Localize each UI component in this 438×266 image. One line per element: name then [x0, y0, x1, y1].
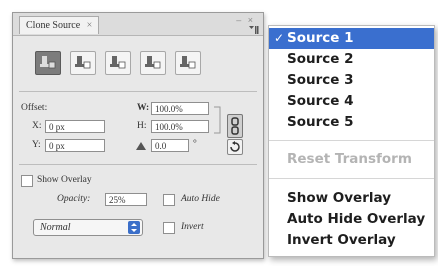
menu-item-reset-transform: Reset Transform: [269, 149, 434, 170]
menu-item-label: Source 3: [287, 72, 354, 88]
tab-clone-source[interactable]: Clone Source ×: [19, 16, 100, 34]
source-5-button[interactable]: [175, 51, 201, 75]
menu-separator: [269, 178, 434, 179]
height-scale-field[interactable]: 100.0%: [151, 120, 209, 133]
panel-menu-icon[interactable]: [249, 26, 259, 34]
source-4-button[interactable]: [140, 51, 166, 75]
menu-item-label: Source 2: [287, 51, 354, 67]
offset-y-field[interactable]: 0 px: [45, 139, 105, 152]
panel-titlebar: Clone Source × – ×: [13, 13, 263, 36]
source-2-button[interactable]: [70, 51, 96, 75]
y-label: Y:: [32, 140, 41, 150]
menu-item-label: Source 5: [287, 114, 354, 130]
menu-item-label: Reset Transform: [287, 151, 412, 167]
dropdown-arrows-icon: [128, 221, 140, 234]
clone-stamp-icon: [75, 56, 91, 69]
clone-stamp-icon: [145, 56, 161, 69]
opacity-label: Opacity:: [57, 194, 91, 204]
menu-item-label: Auto Hide Overlay: [287, 211, 426, 227]
menu-item-auto-hide-overlay[interactable]: Auto Hide Overlay: [269, 209, 434, 230]
invert-checkbox[interactable]: [163, 222, 175, 234]
reset-icon: [230, 141, 240, 152]
menu-item-label: Source 1: [287, 30, 354, 46]
w-label: W:: [137, 103, 150, 113]
degree-unit: °: [193, 139, 197, 149]
menu-item-source-2[interactable]: Source 2: [269, 49, 434, 70]
reset-transform-button[interactable]: [227, 139, 243, 155]
divider: [19, 164, 257, 165]
rotation-field[interactable]: 0.0: [151, 139, 189, 152]
clone-stamp-icon: [110, 56, 126, 69]
source-1-button[interactable]: [35, 51, 61, 75]
menu-item-label: Invert Overlay: [287, 232, 396, 248]
opacity-field[interactable]: 25%: [105, 193, 147, 206]
show-overlay-label: Show Overlay: [37, 175, 92, 185]
menu-item-source-1[interactable]: ✓ Source 1: [269, 28, 434, 49]
blend-mode-value: Normal: [40, 222, 71, 233]
divider: [19, 91, 257, 92]
menu-item-label: Source 4: [287, 93, 354, 109]
offset-x-field[interactable]: 0 px: [45, 120, 105, 133]
clone-stamp-icon: [180, 56, 196, 69]
x-label: X:: [32, 121, 42, 131]
auto-hide-label: Auto Hide: [181, 194, 220, 204]
menu-separator: [269, 140, 434, 141]
menu-item-invert-overlay[interactable]: Invert Overlay: [269, 230, 434, 251]
menu-item-source-5[interactable]: Source 5: [269, 112, 434, 133]
chain-link-icon: [231, 117, 239, 135]
menu-item-show-overlay[interactable]: Show Overlay: [269, 188, 434, 209]
clone-stamp-icon: [40, 56, 56, 69]
clone-source-panel: Clone Source × – × Offset: X: 0 px Y: 0 …: [12, 12, 264, 259]
panel-flyout-menu: ✓ Source 1 Source 2 Source 3 Source 4 So…: [268, 25, 435, 257]
menu-item-source-3[interactable]: Source 3: [269, 70, 434, 91]
width-scale-field[interactable]: 100.0%: [151, 102, 209, 115]
clone-source-buttons: [13, 51, 263, 81]
tab-label: Clone Source: [26, 20, 81, 31]
blend-mode-select[interactable]: Normal: [33, 219, 143, 236]
menu-item-label: Show Overlay: [287, 190, 391, 206]
invert-label: Invert: [181, 222, 204, 232]
link-bracket-icon: [214, 106, 221, 134]
source-3-button[interactable]: [105, 51, 131, 75]
checkmark-icon: ✓: [274, 31, 285, 45]
offset-label: Offset:: [21, 103, 48, 113]
window-controls[interactable]: – ×: [236, 15, 255, 25]
tab-close-icon[interactable]: ×: [87, 20, 93, 31]
maintain-aspect-ratio-button[interactable]: [227, 114, 243, 138]
menu-item-source-4[interactable]: Source 4: [269, 91, 434, 112]
rotation-angle-icon: [136, 142, 146, 150]
h-label: H:: [137, 121, 147, 131]
auto-hide-checkbox[interactable]: [163, 194, 175, 206]
show-overlay-checkbox[interactable]: [21, 175, 33, 187]
